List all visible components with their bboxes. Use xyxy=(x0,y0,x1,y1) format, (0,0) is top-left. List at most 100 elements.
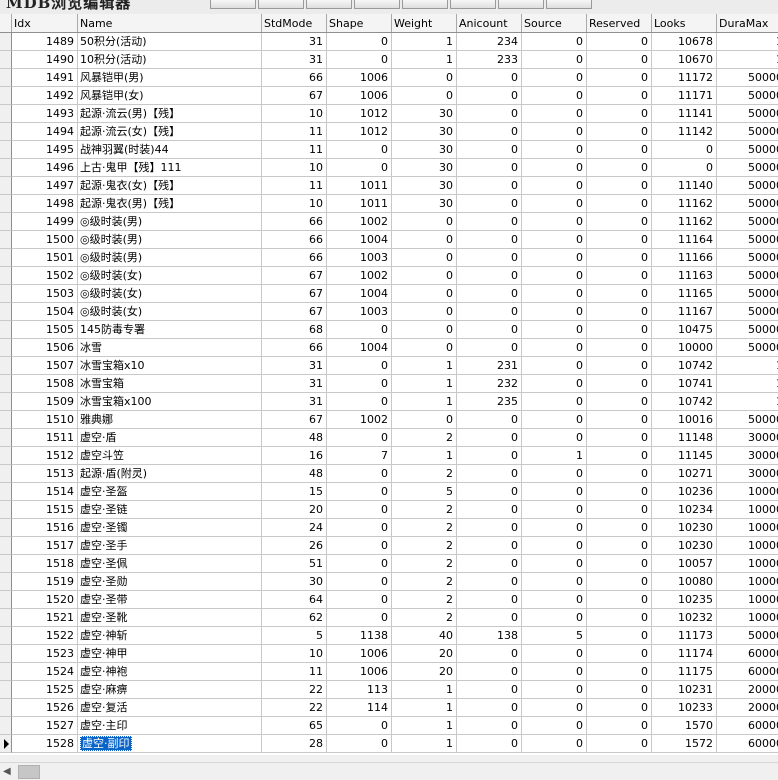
cell-looks[interactable]: 10230 xyxy=(652,519,717,537)
cell-anicount[interactable]: 0 xyxy=(457,87,522,105)
cell-weight[interactable]: 1 xyxy=(392,357,457,375)
row-indicator[interactable] xyxy=(0,357,12,375)
cell-reserved[interactable]: 0 xyxy=(587,123,652,141)
cell-shape[interactable]: 113 xyxy=(327,681,392,699)
cell-idx[interactable]: 1505 xyxy=(12,321,78,339)
cell-duramax[interactable]: 50000 xyxy=(717,213,778,231)
table-row[interactable]: 1500◎级时装(男)66100400001116450000 xyxy=(0,231,778,249)
cell-idx[interactable]: 1510 xyxy=(12,411,78,429)
cell-weight[interactable]: 2 xyxy=(392,501,457,519)
table-row[interactable]: 1497起源·鬼衣(女)【残】111011300001114050000 xyxy=(0,177,778,195)
cell-looks[interactable]: 10057 xyxy=(652,555,717,573)
cell-shape[interactable]: 0 xyxy=(327,501,392,519)
row-indicator[interactable] xyxy=(0,51,12,69)
table-row[interactable]: 1507冰雪宝箱x10310123100107421 xyxy=(0,357,778,375)
scrollbar-thumb[interactable] xyxy=(18,765,40,779)
cell-duramax[interactable]: 20000 xyxy=(717,699,778,717)
cell-idx[interactable]: 1511 xyxy=(12,429,78,447)
cell-duramax[interactable]: 1 xyxy=(717,33,778,51)
cell-stdmode[interactable]: 51 xyxy=(262,555,327,573)
cell-duramax[interactable]: 60000 xyxy=(717,735,778,753)
cell-reserved[interactable]: 0 xyxy=(587,267,652,285)
cell-weight[interactable]: 5 xyxy=(392,483,457,501)
cell-idx[interactable]: 1501 xyxy=(12,249,78,267)
cell-reserved[interactable]: 0 xyxy=(587,231,652,249)
cell-looks[interactable]: 10000 xyxy=(652,339,717,357)
cell-reserved[interactable]: 0 xyxy=(587,213,652,231)
data-grid[interactable]: Idx Name StdMode Shape Weight Anicount Source R… xyxy=(0,14,778,755)
cell-stdmode[interactable]: 16 xyxy=(262,447,327,465)
table-row[interactable]: 1523虚空·神甲101006200001117460000 xyxy=(0,645,778,663)
cell-weight[interactable]: 20 xyxy=(392,645,457,663)
cell-shape[interactable]: 0 xyxy=(327,357,392,375)
row-indicator[interactable] xyxy=(0,735,12,753)
cell-source[interactable]: 0 xyxy=(522,735,587,753)
cell-duramax[interactable]: 10000 xyxy=(717,501,778,519)
cell-shape[interactable]: 0 xyxy=(327,33,392,51)
cell-duramax[interactable]: 50000 xyxy=(717,339,778,357)
cell-duramax[interactable]: 50000 xyxy=(717,195,778,213)
cell-stdmode[interactable]: 31 xyxy=(262,375,327,393)
row-indicator[interactable] xyxy=(0,717,12,735)
cell-stdmode[interactable]: 31 xyxy=(262,51,327,69)
cell-anicount[interactable]: 0 xyxy=(457,339,522,357)
row-indicator[interactable] xyxy=(0,537,12,555)
row-indicator[interactable] xyxy=(0,231,12,249)
cell-idx[interactable]: 1491 xyxy=(12,69,78,87)
cell-name[interactable]: 虚空·主印 xyxy=(78,717,262,735)
cell-duramax[interactable]: 50000 xyxy=(717,303,778,321)
toolbar-button-1[interactable] xyxy=(210,0,256,9)
cell-duramax[interactable]: 50000 xyxy=(717,321,778,339)
cell-anicount[interactable]: 0 xyxy=(457,555,522,573)
cell-stdmode[interactable]: 24 xyxy=(262,519,327,537)
column-header-reserved[interactable]: Reserved xyxy=(587,14,652,32)
cell-looks[interactable]: 11148 xyxy=(652,429,717,447)
cell-idx[interactable]: 1500 xyxy=(12,231,78,249)
cell-name[interactable]: 起源·鬼衣(女)【残】 xyxy=(78,177,262,195)
table-row[interactable]: 1513起源·盾(附灵)48020001027130000 xyxy=(0,465,778,483)
cell-name[interactable]: 虚空·神袍 xyxy=(78,663,262,681)
cell-reserved[interactable]: 0 xyxy=(587,105,652,123)
cell-weight[interactable]: 30 xyxy=(392,195,457,213)
table-row[interactable]: 1527虚空·主印6501000157060000 xyxy=(0,717,778,735)
cell-shape[interactable]: 0 xyxy=(327,465,392,483)
cell-source[interactable]: 0 xyxy=(522,69,587,87)
cell-stdmode[interactable]: 68 xyxy=(262,321,327,339)
table-row[interactable]: 1512虚空斗笠16710101114530000 xyxy=(0,447,778,465)
cell-anicount[interactable]: 233 xyxy=(457,51,522,69)
row-indicator[interactable] xyxy=(0,447,12,465)
cell-source[interactable]: 0 xyxy=(522,339,587,357)
cell-name[interactable]: 虚空·圣手 xyxy=(78,537,262,555)
cell-weight[interactable]: 0 xyxy=(392,285,457,303)
cell-source[interactable]: 0 xyxy=(522,663,587,681)
cell-anicount[interactable]: 0 xyxy=(457,717,522,735)
cell-duramax[interactable]: 50000 xyxy=(717,159,778,177)
cell-idx[interactable]: 1489 xyxy=(12,33,78,51)
cell-weight[interactable]: 2 xyxy=(392,555,457,573)
cell-weight[interactable]: 1 xyxy=(392,681,457,699)
cell-anicount[interactable]: 0 xyxy=(457,465,522,483)
cell-weight[interactable]: 0 xyxy=(392,87,457,105)
cell-shape[interactable]: 1138 xyxy=(327,627,392,645)
cell-looks[interactable]: 0 xyxy=(652,159,717,177)
cell-name[interactable]: 上古·鬼甲【残】111 xyxy=(78,159,262,177)
table-row[interactable]: 1522虚空·神斩5113840138501117350000 xyxy=(0,627,778,645)
cell-anicount[interactable]: 0 xyxy=(457,195,522,213)
cell-source[interactable]: 0 xyxy=(522,699,587,717)
table-row[interactable]: 1516虚空·圣镯24020001023010000 xyxy=(0,519,778,537)
cell-stdmode[interactable]: 10 xyxy=(262,159,327,177)
cell-source[interactable]: 0 xyxy=(522,285,587,303)
cell-source[interactable]: 0 xyxy=(522,51,587,69)
cell-weight[interactable]: 2 xyxy=(392,609,457,627)
cell-idx[interactable]: 1522 xyxy=(12,627,78,645)
table-row[interactable]: 1499◎级时装(男)66100200001116250000 xyxy=(0,213,778,231)
cell-weight[interactable]: 0 xyxy=(392,339,457,357)
cell-duramax[interactable]: 50000 xyxy=(717,69,778,87)
cell-duramax[interactable]: 50000 xyxy=(717,411,778,429)
cell-reserved[interactable]: 0 xyxy=(587,735,652,753)
cell-source[interactable]: 0 xyxy=(522,249,587,267)
cell-anicount[interactable]: 0 xyxy=(457,69,522,87)
cell-weight[interactable]: 0 xyxy=(392,411,457,429)
cell-reserved[interactable]: 0 xyxy=(587,519,652,537)
table-row[interactable]: 1496上古·鬼甲【残】11110030000050000 xyxy=(0,159,778,177)
